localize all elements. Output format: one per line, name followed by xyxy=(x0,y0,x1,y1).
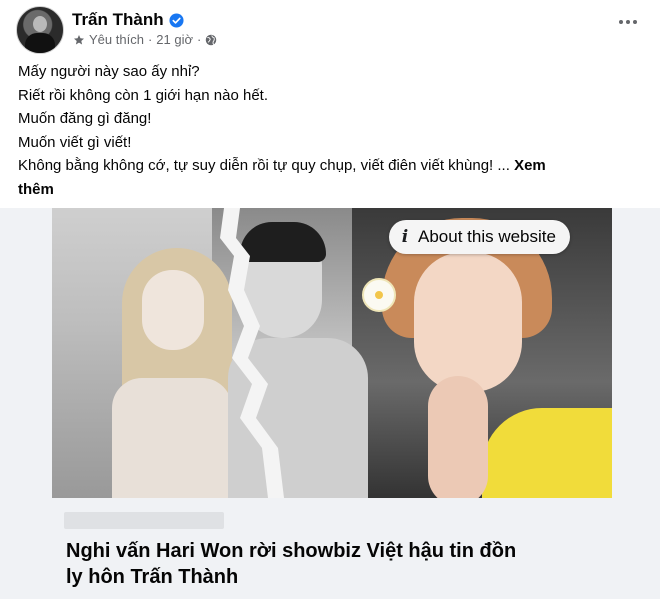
more-dot xyxy=(619,20,623,24)
link-preview-card[interactable]: i About this website Nghi vấn Hari Won r… xyxy=(0,208,660,599)
post-text: Mấy người này sao ấy nhỉ? Riết rồi không… xyxy=(18,60,628,201)
link-headline[interactable]: Nghi vấn Hari Won rời showbiz Việt hậu t… xyxy=(66,538,586,590)
verified-badge-icon xyxy=(169,12,184,28)
info-icon: i xyxy=(401,227,409,247)
more-options-icon[interactable] xyxy=(614,12,642,32)
post-text-line: Riết rồi không còn 1 giới hạn nào hết. xyxy=(18,86,268,104)
post-text-last: Không bằng không cớ, tự suy diễn rồi tự … xyxy=(18,157,510,174)
link-preview-image[interactable]: i About this website xyxy=(52,208,612,498)
audience-label: Yêu thích xyxy=(89,32,144,47)
post-text-line: Không bằng không cớ, tự suy diễn rồi tự … xyxy=(18,154,628,178)
post-text-line: Mấy người này sao ấy nhỉ? xyxy=(18,63,200,80)
author-name[interactable]: Trấn Thành xyxy=(72,10,164,30)
link-domain-redacted xyxy=(64,512,224,529)
link-headline-line: ly hôn Trấn Thành xyxy=(66,566,239,588)
globe-icon[interactable] xyxy=(205,34,217,46)
meta-separator-2: · xyxy=(197,32,202,47)
avatar-face xyxy=(33,16,47,32)
post-text-line: Muốn viết gì viết! xyxy=(18,133,132,151)
star-icon xyxy=(74,34,84,44)
post-header: Trấn Thành Yêu thích · 21 giờ · xyxy=(16,6,644,54)
about-website-button[interactable]: i About this website xyxy=(389,220,570,254)
see-more-link-continued[interactable]: thêm xyxy=(18,178,628,202)
post-time[interactable]: 21 giờ xyxy=(156,32,193,47)
more-dot xyxy=(626,20,630,24)
post-meta: Yêu thích · 21 giờ · xyxy=(73,32,217,47)
link-headline-line: Nghi vấn Hari Won rời showbiz Việt hậu t… xyxy=(66,540,517,562)
author-row: Trấn Thành xyxy=(72,10,184,30)
about-website-label: About this website xyxy=(418,227,556,246)
author-avatar[interactable] xyxy=(16,6,64,54)
avatar-body xyxy=(25,33,55,53)
see-more-link[interactable]: Xem xyxy=(514,157,546,174)
more-dot xyxy=(633,20,637,24)
meta-separator: · xyxy=(147,32,153,47)
post-text-line: Muốn đăng gì đăng! xyxy=(18,110,152,127)
